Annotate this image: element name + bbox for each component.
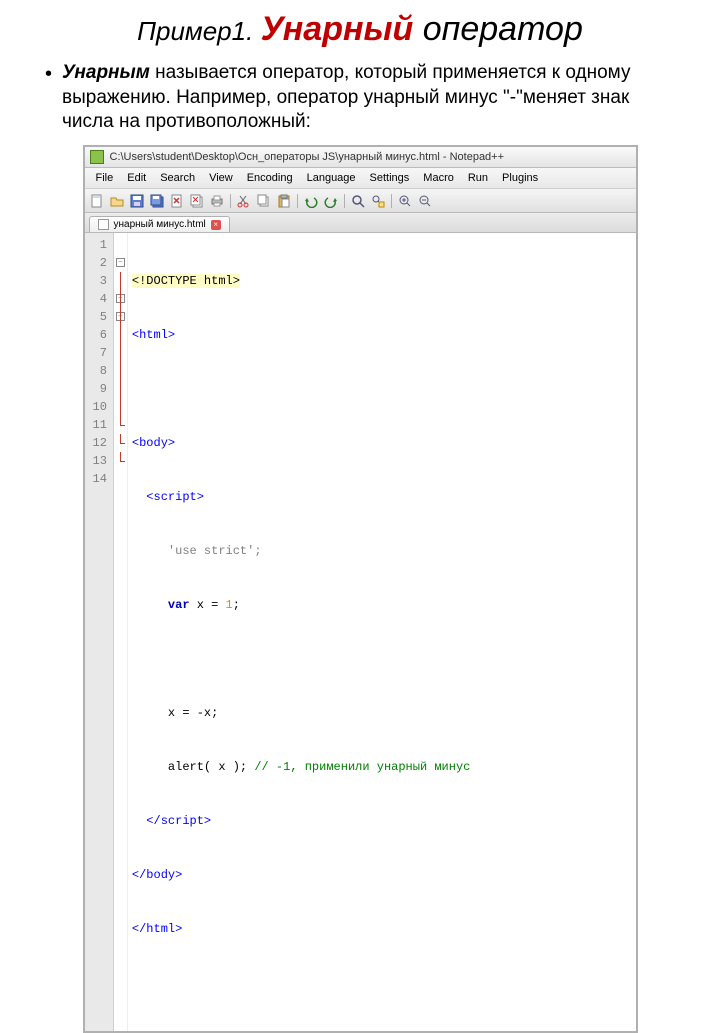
code-l1: <!DOCTYPE html> [132, 274, 240, 288]
tab-close-icon[interactable]: × [211, 220, 221, 230]
close-icon[interactable] [169, 192, 186, 209]
toolbar-separator [296, 192, 300, 209]
code-l7kw: var [168, 598, 190, 612]
code-l5: <script> [132, 490, 204, 504]
undo-icon[interactable] [303, 192, 320, 209]
bullet-bold: Унарным [62, 62, 150, 83]
body-bullet: • Унарным называется оператор, который п… [40, 61, 680, 135]
ln: 12 [93, 434, 107, 452]
menu-file[interactable]: File [89, 170, 121, 186]
code-l13: </html> [132, 922, 182, 936]
ln: 4 [93, 290, 107, 308]
editor[interactable]: 1 2 3 4 5 6 7 8 9 10 11 12 13 14 − − − [85, 233, 636, 1031]
cut-icon[interactable] [236, 192, 253, 209]
ln: 7 [93, 344, 107, 362]
code-l11: </script> [132, 814, 211, 828]
menu-language[interactable]: Language [300, 170, 363, 186]
title-part1: Пример1. [137, 16, 260, 46]
notepadpp-window: C:\Users\student\Desktop\Осн_операторы J… [83, 145, 638, 1033]
app-icon [90, 150, 104, 164]
fold-box-icon[interactable]: − [116, 312, 125, 321]
file-icon [98, 219, 109, 230]
ln: 8 [93, 362, 107, 380]
tabbar: унарный минус.html × [85, 213, 636, 233]
code-l2: <html> [132, 328, 175, 342]
tab-label: унарный минус.html [114, 219, 206, 230]
copy-icon[interactable] [256, 192, 273, 209]
code-l4: <body> [132, 436, 175, 450]
code-l7c: ; [233, 598, 240, 612]
bullet-dot: • [45, 61, 52, 87]
code-l7n: 1 [226, 598, 233, 612]
code-l9: x = -x; [132, 706, 218, 720]
code-l7a [132, 598, 168, 612]
save-icon[interactable] [129, 192, 146, 209]
menu-edit[interactable]: Edit [120, 170, 153, 186]
menu-settings[interactable]: Settings [363, 170, 417, 186]
print-icon[interactable] [209, 192, 226, 209]
code-l7b: x = [190, 598, 226, 612]
close-all-icon[interactable] [189, 192, 206, 209]
fold-box-icon[interactable]: − [116, 258, 125, 267]
new-file-icon[interactable] [89, 192, 106, 209]
toolbar-separator [229, 192, 233, 209]
zoom-in-icon[interactable] [397, 192, 414, 209]
ln: 5 [93, 308, 107, 326]
toolbar-separator [343, 192, 347, 209]
code-l10cmt: // -1, применили унарный минус [247, 760, 470, 774]
bullet-text: Унарным называется оператор, который при… [62, 61, 680, 135]
fold-margin[interactable]: − − − [114, 233, 128, 1031]
toolbar [85, 189, 636, 213]
code-l12: </body> [132, 868, 182, 882]
window-title: C:\Users\student\Desktop\Осн_операторы J… [110, 151, 505, 163]
title-part3: оператор [413, 10, 583, 48]
menu-macro[interactable]: Macro [416, 170, 461, 186]
code-l10a: alert( x ); [132, 760, 247, 774]
ln: 6 [93, 326, 107, 344]
tab-file[interactable]: унарный минус.html × [89, 216, 230, 232]
slide-title: Пример1. Унарный оператор [40, 10, 680, 49]
code-area[interactable]: <!DOCTYPE html> <html> <body> <script> '… [128, 233, 636, 1031]
ln: 1 [93, 236, 107, 254]
replace-icon[interactable] [370, 192, 387, 209]
toolbar-separator [390, 192, 394, 209]
code-l6: 'use strict'; [132, 544, 262, 558]
paste-icon[interactable] [276, 192, 293, 209]
menu-view[interactable]: View [202, 170, 240, 186]
ln: 3 [93, 272, 107, 290]
save-all-icon[interactable] [149, 192, 166, 209]
menu-search[interactable]: Search [153, 170, 202, 186]
open-file-icon[interactable] [109, 192, 126, 209]
zoom-out-icon[interactable] [417, 192, 434, 209]
menu-plugins[interactable]: Plugins [495, 170, 545, 186]
ln: 14 [93, 470, 107, 488]
titlebar: C:\Users\student\Desktop\Осн_операторы J… [85, 147, 636, 168]
line-numbers: 1 2 3 4 5 6 7 8 9 10 11 12 13 14 [85, 233, 114, 1031]
ln: 11 [93, 416, 107, 434]
ln: 13 [93, 452, 107, 470]
redo-icon[interactable] [323, 192, 340, 209]
menu-run[interactable]: Run [461, 170, 495, 186]
menubar[interactable]: File Edit Search View Encoding Language … [85, 168, 636, 189]
title-part2: Унарный [261, 10, 414, 48]
ln: 9 [93, 380, 107, 398]
find-icon[interactable] [350, 192, 367, 209]
ln: 2 [93, 254, 107, 272]
ln: 10 [93, 398, 107, 416]
fold-box-icon[interactable]: − [116, 294, 125, 303]
menu-encoding[interactable]: Encoding [240, 170, 300, 186]
